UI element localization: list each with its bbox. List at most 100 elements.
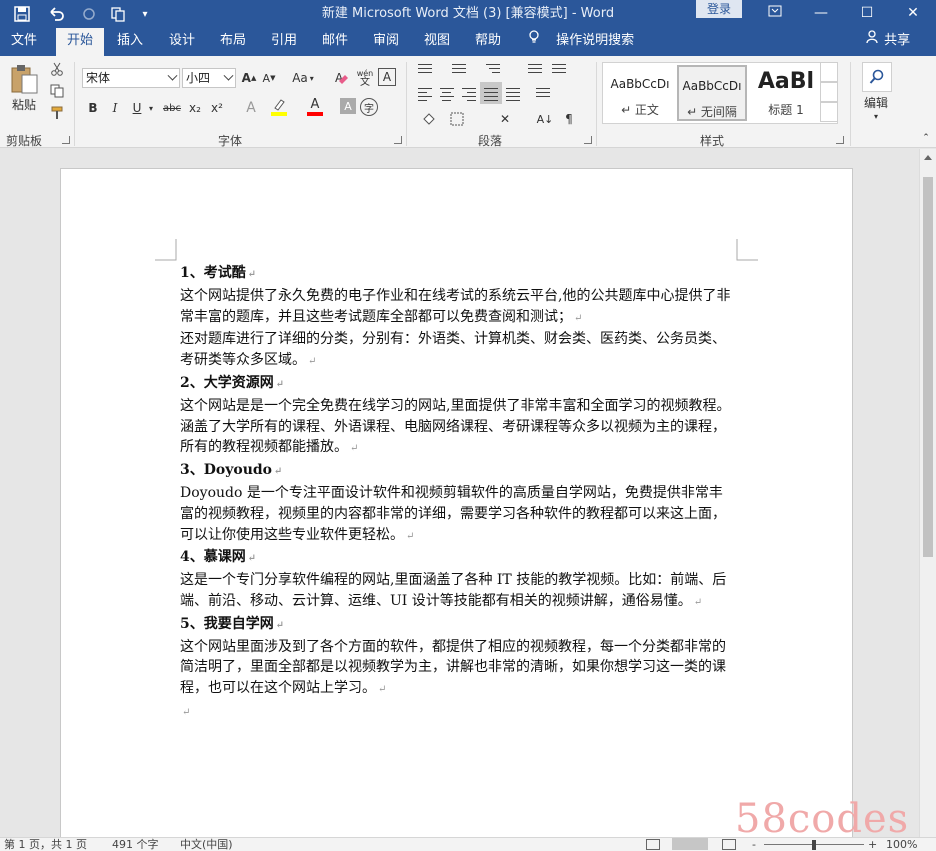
tab-help[interactable]: 帮助 [466, 28, 510, 56]
numbering-icon[interactable] [452, 64, 466, 76]
close-icon[interactable]: ✕ [890, 0, 936, 28]
section-heading[interactable]: 5、我要自学网 ↵ [180, 614, 736, 637]
search-icon[interactable] [862, 62, 892, 92]
increase-indent-icon[interactable] [552, 64, 566, 76]
gallery-more-icon[interactable] [820, 102, 838, 122]
superscript-button[interactable]: x² [208, 98, 226, 118]
collapse-ribbon-icon[interactable]: ⌃ [920, 132, 932, 144]
tab-references[interactable]: 引用 [262, 28, 306, 56]
grow-font-icon[interactable]: A ▲ [240, 68, 258, 88]
section-heading[interactable]: 2、大学资源网 ↵ [180, 373, 736, 396]
vertical-scrollbar[interactable] [919, 149, 936, 837]
asian-layout-icon[interactable]: ✕ [494, 110, 516, 128]
bullets-icon[interactable] [418, 64, 432, 76]
web-layout-icon[interactable] [722, 839, 736, 850]
font-size-combo[interactable]: 小四 [182, 68, 236, 88]
language[interactable]: 中文(中国) [180, 839, 233, 851]
italic-button[interactable]: I [106, 98, 124, 118]
line-spacing-icon[interactable] [536, 88, 550, 100]
shrink-font-icon[interactable]: A ▼ [260, 68, 278, 88]
align-left-icon[interactable] [418, 88, 432, 104]
underline-dropdown-icon[interactable]: ▾ [146, 98, 156, 118]
style-heading-1[interactable]: AaBl 标题 1 [751, 65, 821, 121]
styles-launcher-icon[interactable] [836, 136, 844, 144]
gallery-scroll-down-icon[interactable] [820, 82, 838, 102]
body-paragraph[interactable]: Doyoudo 是一个专注平面设计软件和视频剪辑软件的高质量自学网站，免费提供非… [180, 483, 736, 547]
tab-home[interactable]: 开始 [56, 28, 104, 56]
font-color-icon[interactable]: A [304, 96, 326, 118]
distributed-icon[interactable] [506, 88, 520, 104]
body-paragraph[interactable]: ↵ [180, 701, 736, 724]
multilevel-list-icon[interactable] [486, 64, 500, 76]
read-mode-icon[interactable] [646, 839, 660, 850]
chevron-down-icon[interactable]: ▾ [868, 110, 884, 122]
underline-button[interactable]: U [128, 98, 146, 118]
copy-icon[interactable] [48, 82, 66, 100]
section-heading[interactable]: 3、Doyoudo ↵ [180, 460, 736, 483]
paragraph-text: 3、Doyoudo [180, 462, 272, 479]
style-name: ↵ 正文 [621, 103, 659, 117]
paragraph-launcher-icon[interactable] [584, 136, 592, 144]
minimize-icon[interactable]: — [798, 0, 844, 28]
body-paragraph[interactable]: 这个网站里面涉及到了各个方面的软件，都提供了相应的视频教程，每一个分类都非常的简… [180, 637, 736, 701]
document-body[interactable]: 1、考试酷 ↵ 这个网站提供了永久免费的电子作业和在线考试的系统云平台,他的公共题库… [180, 263, 736, 724]
strikethrough-button[interactable]: abc [160, 98, 184, 118]
character-border-icon[interactable]: A [378, 68, 396, 86]
print-layout-icon[interactable] [672, 838, 708, 850]
paste-button[interactable]: 粘贴 [6, 96, 42, 112]
borders-icon[interactable] [446, 110, 468, 128]
editing-button[interactable]: 编辑 [856, 94, 896, 110]
login-button[interactable]: 登录 [696, 0, 742, 18]
align-center-icon[interactable] [440, 88, 454, 104]
subscript-button[interactable]: x₂ [186, 98, 204, 118]
font-name-combo[interactable]: 宋体 [82, 68, 180, 88]
bold-button[interactable]: B [84, 98, 102, 118]
decrease-indent-icon[interactable] [528, 64, 542, 76]
ribbon-display-options-icon[interactable] [752, 0, 798, 28]
style-name: ↵ 无间隔 [687, 105, 737, 119]
tell-me-search[interactable]: 操作说明搜索 [528, 28, 634, 56]
style-normal[interactable]: AaBbCcDı ↵ 正文 [605, 65, 675, 121]
character-shading-icon[interactable]: A [340, 98, 356, 114]
tab-mailings[interactable]: 邮件 [313, 28, 357, 56]
cut-icon[interactable] [48, 60, 66, 78]
scroll-up-icon[interactable] [924, 155, 932, 160]
enclose-characters-icon[interactable]: 字 [360, 98, 378, 116]
sort-icon[interactable]: A↓ [534, 110, 556, 128]
share-button[interactable]: 共享 [866, 28, 910, 56]
section-heading[interactable]: 1、考试酷 ↵ [180, 263, 736, 286]
tab-insert[interactable]: 插入 [108, 28, 152, 56]
font-launcher-icon[interactable] [394, 136, 402, 144]
clear-formatting-icon[interactable]: A [332, 68, 352, 88]
tab-file[interactable]: 文件 [0, 28, 48, 56]
justify-icon[interactable] [484, 88, 498, 104]
tab-design[interactable]: 设计 [160, 28, 204, 56]
clipboard-launcher-icon[interactable] [62, 136, 70, 144]
body-paragraph[interactable]: 还对题库进行了详细的分类，分别有：外语类、计算机类、财会类、医药类、公务员类、考… [180, 329, 736, 373]
tab-layout[interactable]: 布局 [211, 28, 255, 56]
gallery-scroll-up-icon[interactable] [820, 62, 838, 82]
tab-view[interactable]: 视图 [415, 28, 459, 56]
body-paragraph[interactable]: 这个网站是是一个完全免费在线学习的网站,里面提供了非常丰富和全面学习的视频教程。… [180, 396, 736, 460]
scroll-thumb[interactable] [923, 177, 933, 557]
share-label: 共享 [884, 33, 911, 48]
phonetic-guide-icon[interactable]: wén 文 [354, 68, 376, 88]
align-right-icon[interactable] [462, 88, 476, 104]
paste-icon[interactable] [6, 60, 42, 98]
format-painter-icon[interactable] [48, 104, 66, 122]
highlight-color-icon[interactable] [268, 96, 290, 118]
tab-review[interactable]: 审阅 [364, 28, 408, 56]
maximize-icon[interactable]: ☐ [844, 0, 890, 28]
document-area[interactable]: 1、考试酷 ↵ 这个网站提供了永久免费的电子作业和在线考试的系统云平台,他的公共题库… [0, 149, 919, 837]
section-heading[interactable]: 4、慕课网 ↵ [180, 547, 736, 570]
page-count[interactable]: 第 1 页，共 1 页 [4, 839, 87, 851]
show-formatting-marks-icon[interactable]: ¶ [560, 110, 578, 128]
body-paragraph[interactable]: 这个网站提供了永久免费的电子作业和在线考试的系统云平台,他的公共题库中心提供了非… [180, 286, 736, 330]
change-case-button[interactable]: Aa ▾ [288, 68, 318, 88]
style-no-spacing[interactable]: AaBbCcDı ↵ 无间隔 [677, 65, 747, 121]
word-count[interactable]: 491 个字 [112, 839, 159, 851]
body-paragraph[interactable]: 这是一个专门分享软件编程的网站,里面涵盖了各种 IT 技能的教学视频。比如：前端… [180, 570, 736, 614]
document-page[interactable]: 1、考试酷 ↵ 这个网站提供了永久免费的电子作业和在线考试的系统云平台,他的公共题库… [60, 168, 853, 837]
shading-icon[interactable] [418, 110, 440, 128]
text-effects-icon[interactable]: A [240, 98, 262, 118]
